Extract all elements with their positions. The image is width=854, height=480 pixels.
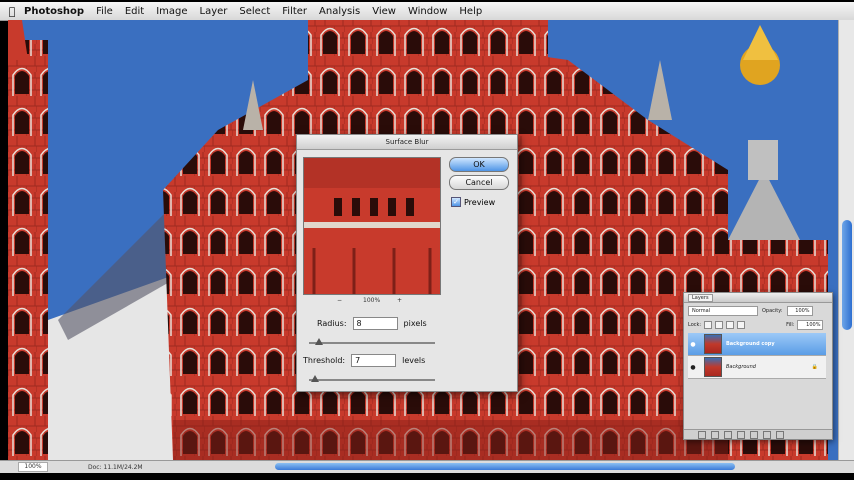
zoom-level-field[interactable]: 100% bbox=[18, 462, 48, 472]
opacity-label: Opacity: bbox=[762, 308, 783, 314]
threshold-label: Threshold: bbox=[303, 356, 346, 365]
lock-pixels-icon[interactable] bbox=[715, 321, 724, 329]
vertical-scrollbar[interactable] bbox=[838, 20, 854, 460]
surface-blur-dialog: Surface Blur − 100% + OK Cancel ✓ Previe… bbox=[296, 134, 518, 392]
radius-slider[interactable] bbox=[309, 338, 435, 345]
layer-mask-icon[interactable] bbox=[724, 430, 732, 439]
threshold-slider-knob[interactable] bbox=[311, 375, 319, 382]
layer-style-icon[interactable] bbox=[711, 430, 719, 439]
layer-name: Background copy bbox=[726, 341, 775, 347]
status-bar: 100% Doc: 11.1M/24.2M bbox=[0, 460, 854, 473]
layers-panel-footer bbox=[684, 429, 832, 439]
menu-bar:  Photoshop File Edit Image Layer Select… bbox=[0, 2, 854, 21]
lock-row: Lock: Fill: 100% bbox=[688, 320, 824, 330]
preview-label: Preview bbox=[464, 197, 496, 207]
blend-row: Normal Opacity: 100% bbox=[688, 306, 813, 316]
group-icon[interactable] bbox=[750, 430, 758, 439]
threshold-slider[interactable] bbox=[309, 375, 435, 382]
apple-icon[interactable]:  bbox=[0, 5, 24, 18]
menu-help[interactable]: Help bbox=[459, 6, 482, 17]
layer-name: Background bbox=[726, 364, 756, 370]
checkmark-icon[interactable]: ✓ bbox=[451, 197, 461, 207]
lock-all-icon[interactable] bbox=[737, 321, 746, 329]
document-info[interactable]: Doc: 11.1M/24.2M bbox=[88, 464, 143, 471]
layers-panel: Layers Normal Opacity: 100% Lock: Fill: … bbox=[683, 292, 833, 440]
menu-window[interactable]: Window bbox=[408, 6, 447, 17]
threshold-row: Threshold: 7 levels bbox=[303, 354, 425, 367]
layer-thumbnail bbox=[704, 357, 722, 377]
threshold-input[interactable]: 7 bbox=[351, 354, 397, 367]
ok-button[interactable]: OK bbox=[449, 157, 509, 172]
lock-transparency-icon[interactable] bbox=[704, 321, 713, 329]
cancel-button[interactable]: Cancel bbox=[449, 175, 509, 190]
screen:  Photoshop File Edit Image Layer Select… bbox=[0, 0, 854, 480]
menu-analysis[interactable]: Analysis bbox=[319, 6, 360, 17]
horizontal-scroll-thumb[interactable] bbox=[275, 463, 735, 470]
dialog-title[interactable]: Surface Blur bbox=[297, 135, 517, 150]
radius-slider-knob[interactable] bbox=[315, 338, 323, 345]
filter-preview[interactable] bbox=[303, 157, 441, 295]
eye-icon[interactable]: ● bbox=[688, 341, 698, 348]
blend-mode-select[interactable]: Normal bbox=[688, 306, 758, 316]
lock-position-icon[interactable] bbox=[726, 321, 735, 329]
layer-thumbnail bbox=[704, 334, 722, 354]
zoom-out-button[interactable]: − bbox=[337, 297, 342, 304]
layers-tab[interactable]: Layers bbox=[688, 294, 713, 302]
new-layer-icon[interactable] bbox=[763, 430, 771, 439]
menu-layer[interactable]: Layer bbox=[200, 6, 228, 17]
fill-field[interactable]: 100% bbox=[797, 320, 824, 330]
menu-image[interactable]: Image bbox=[156, 6, 187, 17]
trash-icon[interactable] bbox=[776, 430, 784, 439]
menu-view[interactable]: View bbox=[372, 6, 396, 17]
vertical-scroll-thumb[interactable] bbox=[842, 220, 852, 330]
preview-zoom-value: 100% bbox=[363, 297, 381, 304]
menu-file[interactable]: File bbox=[96, 6, 113, 17]
app-menu[interactable]: Photoshop bbox=[24, 6, 84, 17]
menu-select[interactable]: Select bbox=[239, 6, 270, 17]
fill-label: Fill: bbox=[786, 322, 795, 328]
layer-row-background[interactable]: ● Background 🔒 bbox=[688, 356, 826, 379]
preview-checkbox[interactable]: ✓ Preview bbox=[451, 197, 495, 207]
zoom-in-button[interactable]: + bbox=[397, 297, 402, 304]
menu-filter[interactable]: Filter bbox=[282, 6, 307, 17]
menu-edit[interactable]: Edit bbox=[125, 6, 144, 17]
radius-unit: pixels bbox=[403, 319, 427, 328]
opacity-field[interactable]: 100% bbox=[786, 306, 813, 316]
link-layers-icon[interactable] bbox=[698, 430, 706, 439]
adjustment-layer-icon[interactable] bbox=[737, 430, 745, 439]
radius-label: Radius: bbox=[317, 319, 347, 328]
preview-image bbox=[304, 158, 440, 294]
threshold-unit: levels bbox=[402, 356, 426, 365]
radius-input[interactable]: 8 bbox=[352, 317, 398, 330]
lock-icon: 🔒 bbox=[811, 364, 818, 370]
layer-row-background-copy[interactable]: ● Background copy bbox=[688, 333, 826, 356]
radius-row: Radius: 8 pixels bbox=[317, 317, 427, 330]
lock-label: Lock: bbox=[688, 322, 702, 328]
eye-icon[interactable]: ● bbox=[688, 364, 698, 371]
layers-panel-titlebar[interactable]: Layers bbox=[684, 293, 832, 303]
